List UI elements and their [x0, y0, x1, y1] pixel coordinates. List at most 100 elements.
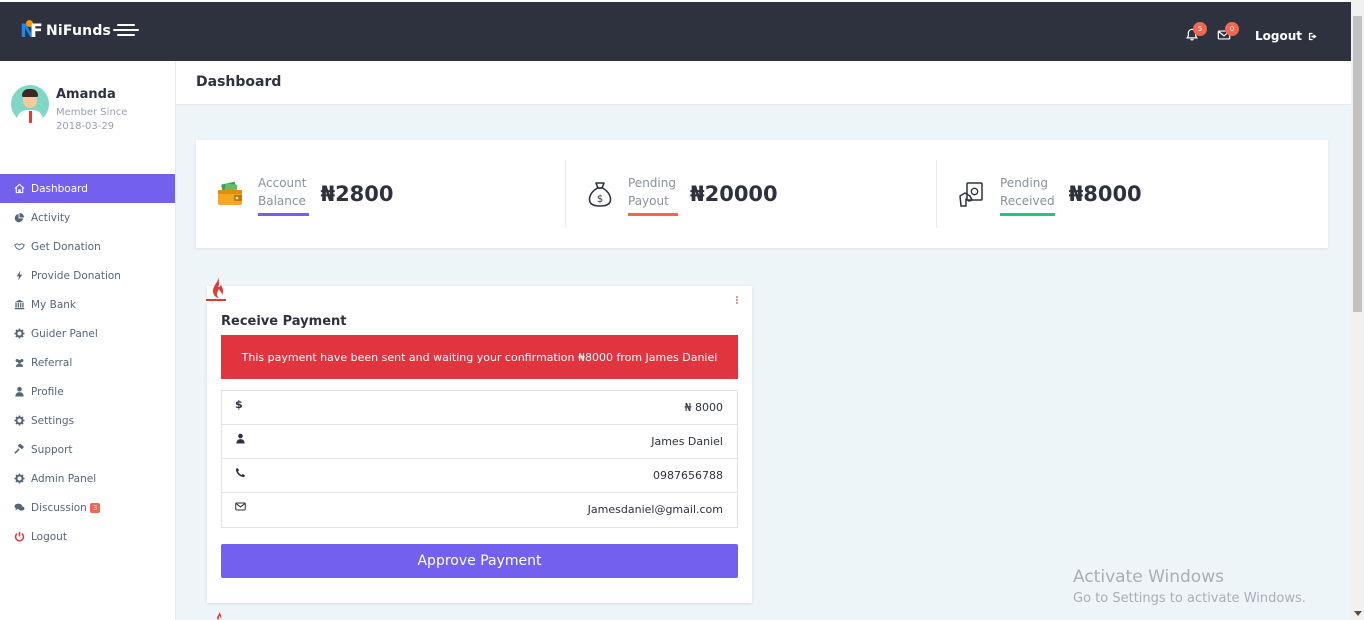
logout-label: Logout	[1254, 29, 1302, 43]
sidebar-item-discussion[interactable]: Discussion 3	[0, 493, 175, 522]
stat-value: ₦8000	[1068, 182, 1142, 206]
page-title-bar: Dashboard	[176, 61, 1351, 105]
sidebar-item-guider-panel[interactable]: Guider Panel	[0, 319, 175, 348]
activate-windows-watermark: Activate Windows Go to Settings to activ…	[1073, 567, 1306, 606]
top-right-actions: 5 0 Logout	[1185, 22, 1319, 44]
sidebar-item-referral[interactable]: Referral	[0, 348, 175, 377]
logout-link[interactable]: Logout	[1255, 29, 1319, 43]
bolt-icon	[12, 270, 26, 282]
dollar-icon: $	[235, 398, 243, 411]
receive-payment-card: Receive Payment This payment have been s…	[207, 286, 752, 603]
brand-logo: N F	[20, 20, 43, 42]
sidebar-item-label: Discussion	[31, 501, 87, 514]
alert-text: This payment have been sent and waiting …	[241, 350, 718, 364]
sidebar-item-label: Logout	[31, 530, 67, 543]
sidebar-item-label: My Bank	[31, 298, 76, 311]
sidebar-nav: Dashboard Activity Get Donation Provide …	[0, 174, 175, 551]
sidebar-item-logout[interactable]: Logout	[0, 522, 175, 551]
payer-phone: 0987656788	[653, 469, 723, 482]
sidebar-item-label: Get Donation	[31, 240, 101, 253]
top-navbar: N F NiFunds 5 0 Logout	[0, 0, 1351, 61]
avatar[interactable]	[11, 85, 49, 123]
card-options-menu-icon[interactable]	[734, 296, 740, 308]
messages-badge: 0	[1224, 22, 1239, 36]
handshake-icon	[12, 241, 26, 253]
stat-label-line2: Balance	[258, 194, 306, 208]
notifications-badge: 5	[1192, 22, 1207, 36]
detail-row-name: James Daniel	[222, 425, 737, 459]
gear-icon	[12, 473, 26, 485]
sidebar-item-activity[interactable]: Activity	[0, 203, 175, 232]
wallet-icon	[218, 181, 242, 205]
phone-icon	[235, 467, 246, 478]
stat-value: ₦2800	[320, 182, 394, 206]
scroll-down-arrow-icon[interactable]	[1354, 611, 1362, 616]
sidebar-item-label: Dashboard	[31, 182, 88, 195]
sidebar-item-admin-panel[interactable]: Admin Panel	[0, 464, 175, 493]
sidebar-item-settings[interactable]: Settings	[0, 406, 175, 435]
payment-amount: ₦ 8000	[684, 401, 724, 414]
stats-card: Account Balance ₦2800 $ Pending Payout ₦…	[196, 140, 1328, 248]
sidebar-item-label: Settings	[31, 414, 75, 427]
payer-name: James Daniel	[651, 435, 723, 448]
gear-icon	[12, 328, 26, 340]
stat-label-line1: Pending	[1000, 176, 1048, 190]
stat-underline	[258, 213, 309, 216]
stat-label-line1: Pending	[628, 176, 676, 190]
member-since-label: Member Since	[56, 107, 128, 118]
payer-email: Jamesdaniel@gmail.com	[587, 503, 723, 516]
detail-row-email: Jamesdaniel@gmail.com	[222, 493, 737, 527]
sidebar-item-label: Referral	[31, 356, 73, 369]
user-name: Amanda	[56, 87, 116, 102]
sidebar-item-my-bank[interactable]: My Bank	[0, 290, 175, 319]
stat-label-line1: Account	[258, 176, 307, 190]
member-since-date: 2018-03-29	[56, 121, 115, 132]
discussion-badge: 3	[89, 502, 101, 513]
menu-toggle-icon[interactable]	[113, 24, 139, 40]
divider	[936, 160, 937, 228]
stat-pending-received: Pending Received ₦8000	[958, 140, 1142, 248]
sign-out-icon	[1308, 32, 1317, 40]
user-icon	[12, 386, 26, 398]
sidebar-item-label: Guider Panel	[31, 327, 98, 340]
sidebar-item-label: Admin Panel	[31, 472, 97, 485]
approve-payment-button[interactable]: Approve Payment	[221, 544, 738, 578]
notifications-button[interactable]: 5	[1185, 22, 1207, 44]
sidebar-item-dashboard[interactable]: Dashboard	[0, 174, 175, 203]
detail-row-phone: 0987656788	[222, 459, 737, 493]
watermark-subtitle: Go to Settings to activate Windows.	[1073, 591, 1306, 606]
svg-text:$: $	[597, 194, 603, 205]
payment-alert: This payment have been sent and waiting …	[221, 335, 738, 379]
sidebar-item-label: Activity	[31, 211, 71, 224]
stat-underline	[628, 213, 678, 216]
gear-icon	[12, 415, 26, 427]
messages-button[interactable]: 0	[1217, 22, 1239, 44]
detail-row-amount: $ ₦ 8000	[222, 391, 737, 425]
cash-hand-icon	[959, 182, 983, 207]
vertical-scrollbar[interactable]	[1351, 0, 1364, 620]
money-bag-icon: $	[588, 182, 612, 207]
stat-label-line2: Payout	[628, 194, 669, 208]
pie-chart-icon	[12, 212, 26, 224]
users-icon	[12, 357, 26, 369]
brand[interactable]: N F NiFunds	[20, 20, 112, 42]
sidebar-item-label: Support	[31, 443, 73, 456]
brand-name: NiFunds	[46, 23, 112, 39]
sidebar-item-support[interactable]: Support	[0, 435, 175, 464]
sidebar-item-label: Provide Donation	[31, 269, 121, 282]
payment-details: $ ₦ 8000 James Daniel 0987656788 Jamesda…	[221, 390, 738, 528]
sidebar-item-provide-donation[interactable]: Provide Donation	[0, 261, 175, 290]
power-icon	[12, 531, 26, 543]
scrollbar-thumb[interactable]	[1353, 16, 1362, 312]
flame-icon	[217, 612, 222, 620]
stat-account-balance: Account Balance ₦2800	[216, 140, 394, 248]
sidebar-item-profile[interactable]: Profile	[0, 377, 175, 406]
sidebar-item-get-donation[interactable]: Get Donation	[0, 232, 175, 261]
user-profile: Amanda Member Since 2018-03-29	[11, 85, 127, 134]
ribbon-line	[206, 299, 226, 301]
stat-label-line2: Received	[1000, 194, 1055, 208]
page-title: Dashboard	[196, 74, 282, 90]
stat-pending-payout: $ Pending Payout ₦20000	[586, 140, 778, 248]
sidebar: Amanda Member Since 2018-03-29 Dashboard…	[0, 61, 176, 620]
divider	[565, 160, 566, 228]
